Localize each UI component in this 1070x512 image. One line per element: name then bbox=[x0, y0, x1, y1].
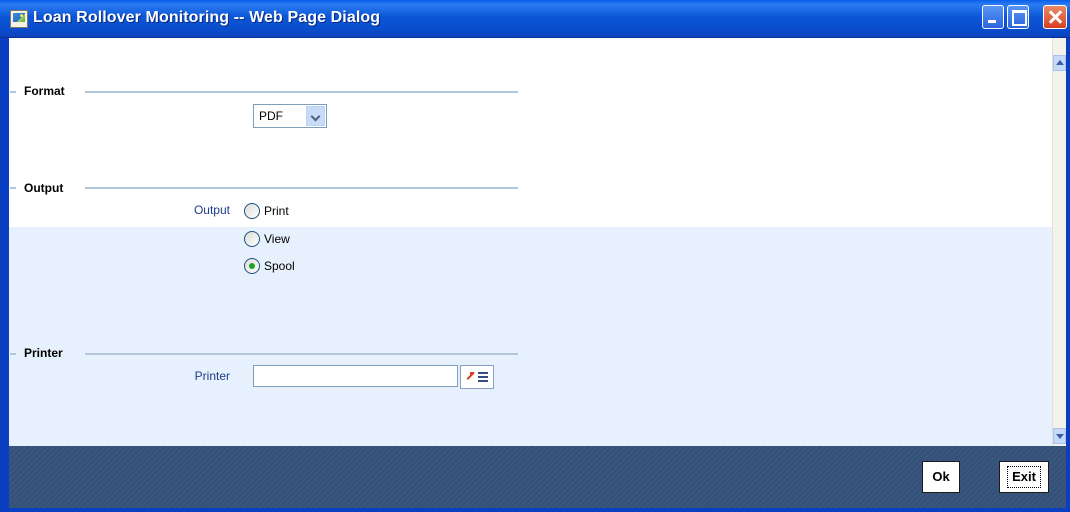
minimize-button[interactable] bbox=[982, 5, 1004, 29]
dialog-footer bbox=[9, 446, 1066, 508]
printer-input[interactable] bbox=[253, 365, 458, 387]
format-section-divider bbox=[85, 91, 518, 93]
window-title: Loan Rollover Monitoring -- Web Page Dia… bbox=[33, 9, 381, 26]
output-section-title: Output bbox=[24, 181, 64, 195]
window-border-right bbox=[1066, 38, 1070, 512]
maximize-button[interactable] bbox=[1007, 5, 1029, 29]
format-select-value: PDF bbox=[259, 109, 283, 123]
window-border-bottom bbox=[0, 508, 1070, 512]
radio-button[interactable] bbox=[244, 231, 260, 247]
radio-label: Print bbox=[264, 204, 289, 218]
radio-label: Spool bbox=[264, 259, 295, 273]
output-label: Output bbox=[193, 203, 230, 217]
printer-section-title: Printer bbox=[24, 346, 63, 360]
printer-label: Printer bbox=[194, 369, 230, 383]
scroll-up-arrow-icon[interactable] bbox=[1053, 55, 1066, 71]
section-dash bbox=[10, 353, 16, 355]
vertical-scrollbar[interactable] bbox=[1052, 38, 1066, 446]
output-section-divider bbox=[85, 187, 518, 189]
list-of-values-icon bbox=[466, 372, 475, 381]
radio-label: View bbox=[264, 232, 290, 246]
close-button[interactable] bbox=[1043, 5, 1067, 29]
section-dash bbox=[10, 91, 16, 93]
web-dialog-icon bbox=[10, 10, 28, 28]
printer-section-divider bbox=[85, 353, 518, 355]
exit-button[interactable]: Exit bbox=[999, 461, 1049, 493]
list-of-values-button[interactable] bbox=[460, 365, 494, 389]
scroll-down-arrow-icon[interactable] bbox=[1053, 428, 1066, 444]
list-lines-icon bbox=[478, 372, 488, 383]
format-section-title: Format bbox=[24, 84, 65, 98]
title-bar: Loan Rollover Monitoring -- Web Page Dia… bbox=[0, 0, 1070, 38]
exit-button-label: Exit bbox=[1007, 466, 1041, 488]
radio-button[interactable] bbox=[244, 258, 260, 274]
radio-button[interactable] bbox=[244, 203, 260, 219]
section-dash bbox=[10, 187, 16, 189]
window-border-left bbox=[0, 38, 9, 512]
chevron-down-icon[interactable] bbox=[306, 106, 325, 126]
lower-panel bbox=[9, 227, 1052, 446]
ok-button[interactable]: Ok bbox=[922, 461, 960, 493]
format-select[interactable]: PDF bbox=[253, 104, 327, 128]
